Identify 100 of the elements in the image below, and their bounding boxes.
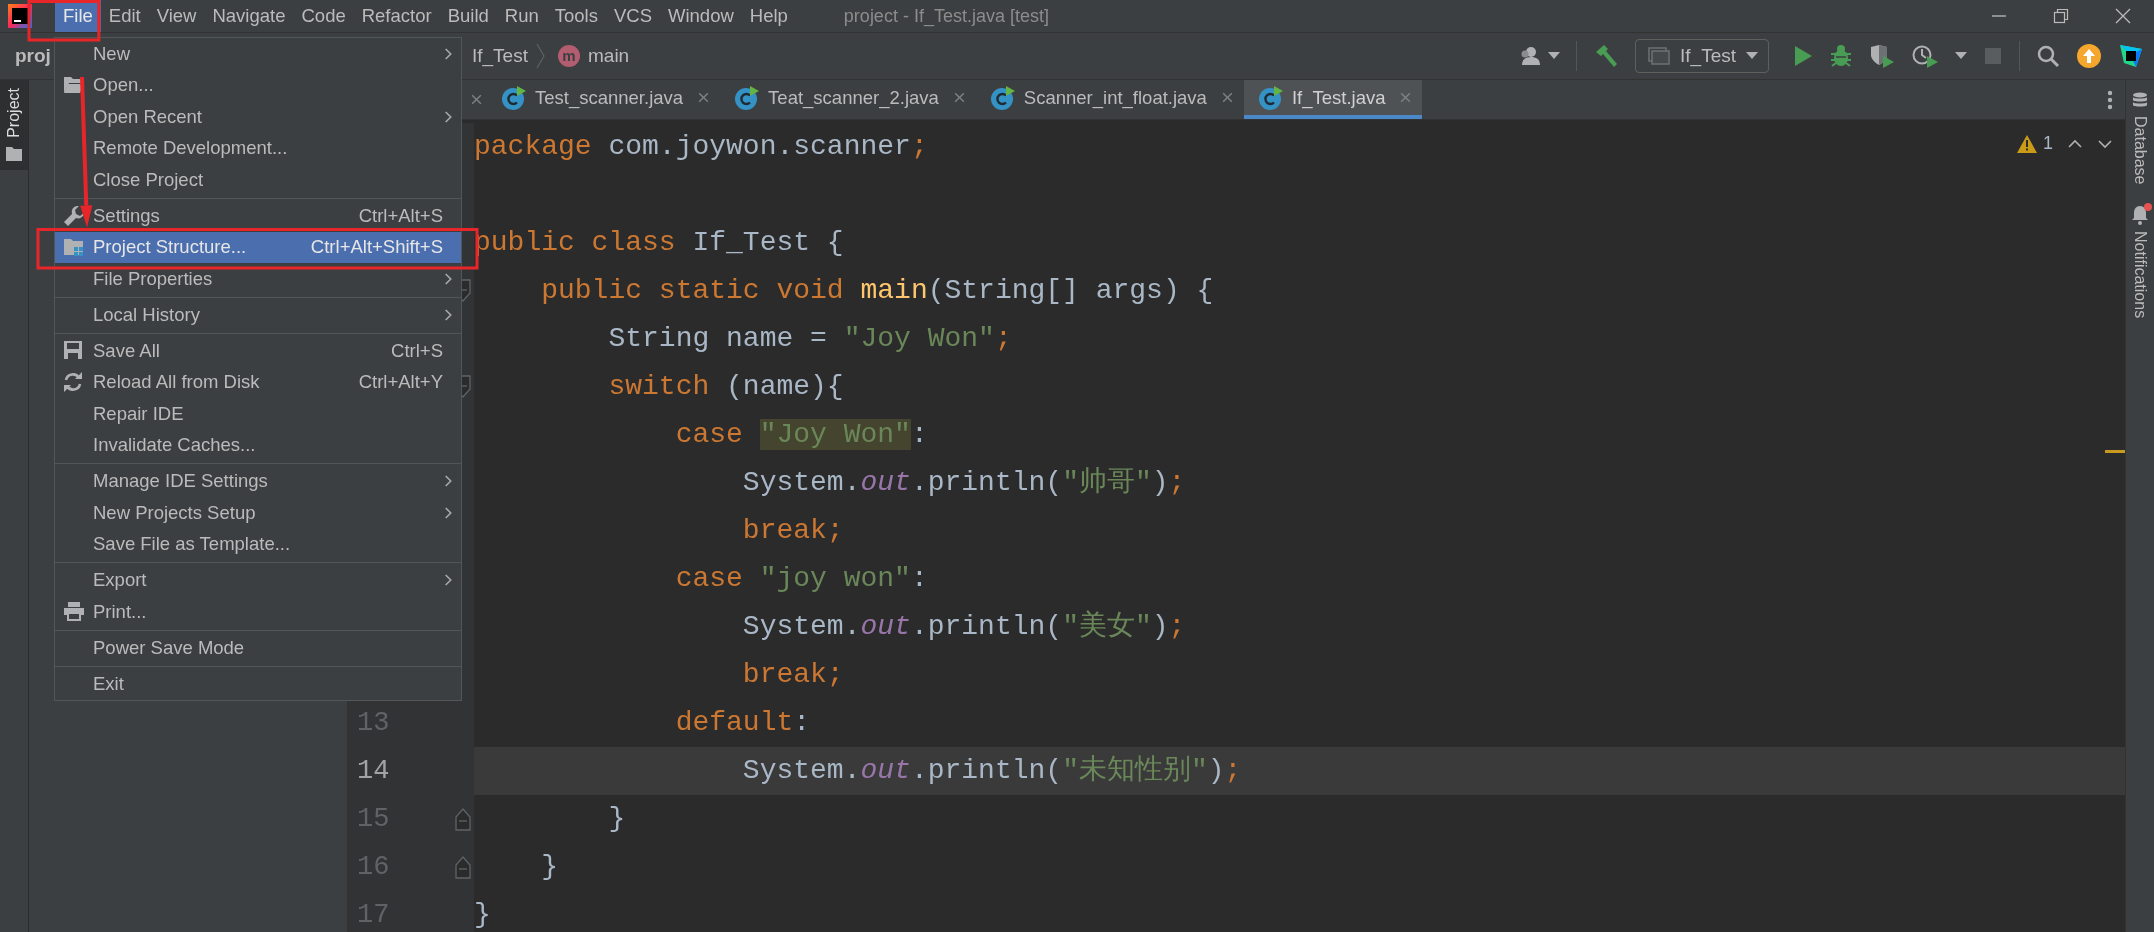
- toolbox-icon[interactable]: [2118, 43, 2144, 69]
- shortcut-label: Ctrl+S: [391, 338, 443, 363]
- code-line: default:: [674, 707, 811, 738]
- user-icon[interactable]: [1520, 46, 1560, 66]
- more-icon[interactable]: [2107, 89, 2113, 110]
- close-icon[interactable]: [952, 91, 966, 104]
- update-icon[interactable]: [2076, 43, 2102, 69]
- menu-item[interactable]: Manage IDE Settings: [55, 465, 461, 497]
- breadcrumb-item[interactable]: If_Test: [472, 41, 528, 71]
- code-line: }: [607, 803, 626, 834]
- class-icon: [501, 84, 527, 111]
- menu-item[interactable]: Invalidate Caches...: [55, 429, 461, 461]
- code-line: System.out.println("帅哥");: [741, 467, 1186, 498]
- folder-grid-icon: [63, 236, 85, 257]
- editor-tab[interactable]: Test_scanner.java: [487, 80, 721, 119]
- menu-item[interactable]: Save File as Template...: [55, 528, 461, 560]
- menu-item[interactable]: Power Save Mode: [55, 632, 461, 664]
- fold-icon[interactable]: [455, 807, 471, 831]
- line-number: 14: [356, 754, 390, 788]
- menu-item[interactable]: Repair IDE: [55, 398, 461, 430]
- caret-icon[interactable]: [1955, 52, 1967, 60]
- shortcut-label: Ctrl+Alt+Y: [358, 370, 443, 395]
- tool-window-button[interactable]: Database: [2126, 86, 2154, 199]
- editor-tab[interactable]: Scanner_int_float.java: [975, 80, 1244, 119]
- folder-icon: [5, 145, 23, 162]
- floppy-icon: [63, 340, 83, 360]
- code-line: String name = "Joy Won";: [607, 323, 1012, 354]
- chevron-up-icon[interactable]: [2067, 138, 2083, 149]
- clock-run-icon[interactable]: [1911, 44, 1939, 68]
- menu-item[interactable]: Close Project: [55, 164, 461, 196]
- menu-item[interactable]: Reload All from Disk Ctrl+Alt+Y: [55, 366, 461, 398]
- close-icon[interactable]: [697, 91, 711, 104]
- code-line: break;: [741, 515, 844, 546]
- close-icon[interactable]: [470, 93, 483, 106]
- search-icon[interactable]: [2036, 44, 2060, 68]
- code-line: break;: [741, 659, 844, 690]
- menu-item[interactable]: New: [55, 38, 461, 70]
- shortcut-label: Ctrl+Alt+S: [358, 203, 443, 228]
- editor-tab[interactable]: If_Test.java: [1243, 80, 1423, 119]
- menu-item[interactable]: File Properties: [55, 263, 461, 295]
- menu-bar-item[interactable]: Help: [741, 0, 796, 32]
- class-icon: [989, 84, 1016, 111]
- code-line: }: [474, 899, 491, 930]
- bug-icon[interactable]: [1829, 44, 1853, 68]
- menu-item[interactable]: Settings Ctrl+Alt+S: [55, 200, 461, 232]
- menu-bar-item[interactable]: Code: [293, 0, 354, 32]
- menu-bar-item[interactable]: Run: [496, 0, 547, 32]
- window-icon: [1648, 47, 1670, 65]
- class-icon: [734, 84, 761, 111]
- menu-item[interactable]: Open Recent: [55, 101, 461, 133]
- warning-marker[interactable]: [2105, 450, 2125, 453]
- run-config-dropdown[interactable]: If_Test: [1635, 39, 1769, 73]
- shield-run-icon[interactable]: [1869, 44, 1895, 68]
- editor-tab[interactable]: Teat_scanner_2.java: [720, 80, 976, 119]
- menu-item[interactable]: Export: [55, 564, 461, 596]
- wrench-icon: [63, 205, 85, 227]
- run-icon[interactable]: [1793, 45, 1813, 67]
- tool-window-button[interactable]: Project: [0, 80, 28, 170]
- menu-item[interactable]: Project Structure... Ctrl+Alt+Shift+S: [55, 231, 461, 263]
- menu-item[interactable]: Save All Ctrl+S: [55, 335, 461, 367]
- menu-bar-item[interactable]: VCS: [605, 0, 660, 32]
- warning-count[interactable]: 1: [2043, 130, 2053, 157]
- caret-icon: [1746, 52, 1758, 60]
- menu-bar-item[interactable]: View: [148, 0, 205, 32]
- code-line: package com.joywon.scanner;: [474, 131, 928, 162]
- window-title: project - If_Test.java [test]: [843, 5, 1049, 29]
- menu-item[interactable]: Local History: [55, 299, 461, 331]
- menu-bar-item[interactable]: Tools: [546, 0, 606, 32]
- menu-item[interactable]: Exit: [55, 668, 461, 700]
- fold-icon[interactable]: [455, 855, 471, 879]
- breadcrumb-item[interactable]: main: [588, 41, 630, 71]
- code-line: System.out.println("美女");: [741, 611, 1186, 642]
- menu-bar-item[interactable]: Window: [660, 0, 742, 32]
- bell-icon: [2131, 204, 2149, 225]
- tool-window-button[interactable]: Notifications: [2126, 198, 2154, 332]
- code-line: public static void main(String[] args) {: [540, 275, 1214, 306]
- menu-item[interactable]: Open...: [55, 69, 461, 101]
- menu-item[interactable]: Remote Development...: [55, 132, 461, 164]
- menu-bar-item[interactable]: Navigate: [204, 0, 294, 32]
- refresh-icon: [63, 371, 83, 392]
- menu-bar-item[interactable]: Edit: [100, 0, 149, 32]
- class-icon: [1257, 84, 1284, 111]
- method-badge: m: [558, 45, 580, 67]
- close-icon[interactable]: [1220, 91, 1234, 104]
- menu-item[interactable]: New Projects Setup: [55, 497, 461, 529]
- close-icon[interactable]: [2115, 8, 2131, 24]
- warning-icon[interactable]: [2017, 134, 2037, 153]
- restore-icon[interactable]: [2053, 8, 2069, 24]
- chevron-down-icon[interactable]: [2097, 138, 2113, 149]
- menu-item[interactable]: Print...: [55, 596, 461, 628]
- shortcut-label: Ctrl+Alt+Shift+S: [310, 235, 443, 260]
- chevron-icon: [536, 42, 546, 70]
- code-line: switch (name){: [607, 371, 844, 402]
- code-line: System.out.println("未知性别");: [741, 755, 1242, 786]
- menu-bar-item[interactable]: Refactor: [353, 0, 440, 32]
- code-line: }: [540, 851, 558, 882]
- menu-bar-item[interactable]: Build: [439, 0, 497, 32]
- project-name: proj: [15, 44, 51, 66]
- code-line: case "joy won":: [674, 563, 928, 594]
- printer-icon: [63, 601, 85, 621]
